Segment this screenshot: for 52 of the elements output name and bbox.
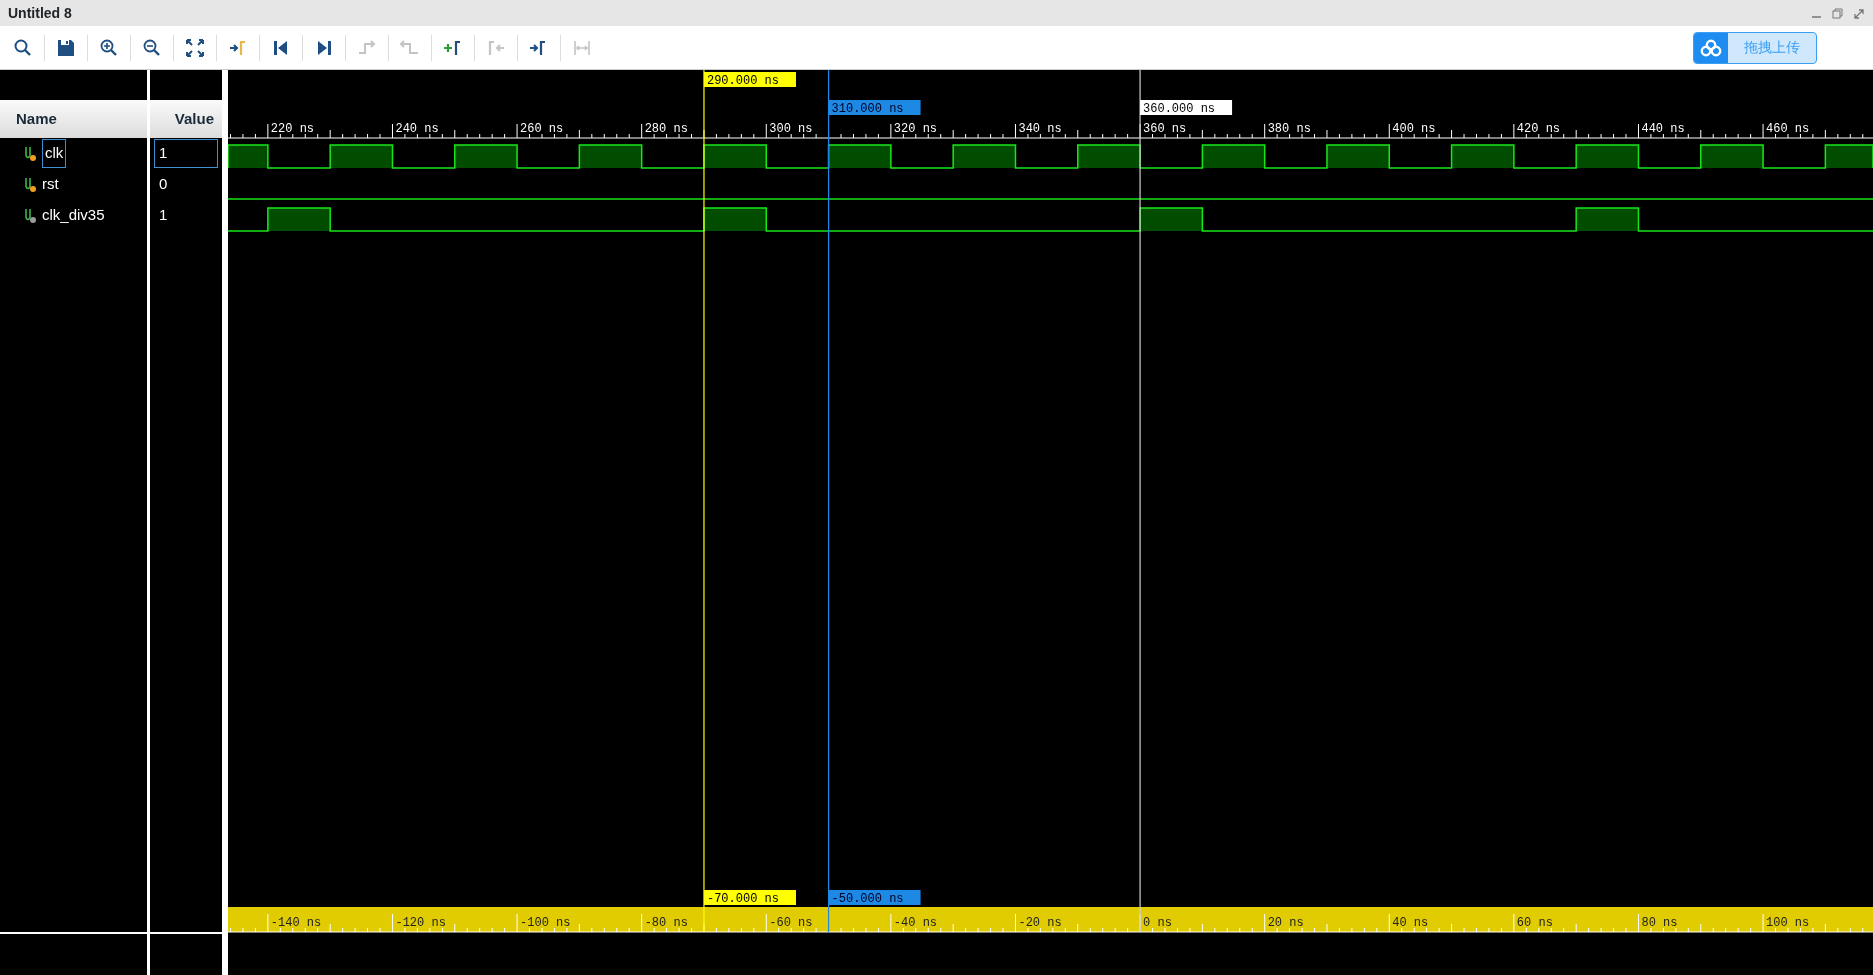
signal-name[interactable]: clk: [42, 139, 67, 168]
zoom-out-icon: [142, 37, 162, 58]
delta-time-label: -100 ns: [520, 916, 571, 930]
signal-icon: [24, 145, 38, 162]
marker-time: 290.000 ns: [703, 72, 796, 88]
signal-value: 1: [154, 139, 218, 168]
time-label: 340 ns: [1018, 122, 1062, 136]
marker-delta: -70.000 ns: [703, 890, 796, 906]
delta-time-label: -20 ns: [1018, 916, 1062, 930]
cursor-line[interactable]: [1139, 70, 1141, 933]
time-label: 380 ns: [1267, 122, 1311, 136]
time-label: 260 ns: [520, 122, 564, 136]
time-label: 360 ns: [1143, 122, 1187, 136]
time-label: 420 ns: [1516, 122, 1561, 136]
marker-delta: -50.000 ns: [828, 890, 921, 906]
delta-time-label: -80 ns: [644, 916, 688, 930]
delta-time-label: -60 ns: [769, 916, 813, 930]
time-label: 440 ns: [1641, 122, 1685, 136]
signal-icon: [24, 207, 38, 224]
delta-time-label: 20 ns: [1267, 916, 1304, 930]
delta-time-label: 40 ns: [1392, 916, 1429, 930]
delta-time-label: -40 ns: [893, 916, 938, 930]
signal-name[interactable]: clk_div35: [42, 204, 105, 227]
time-label: 240 ns: [395, 122, 439, 136]
signal-icon: [24, 176, 38, 193]
save-icon: [56, 37, 76, 58]
time-label: 400 ns: [1392, 122, 1436, 136]
column-header: Name: [0, 100, 147, 138]
cloud-icon: [1700, 38, 1722, 57]
time-label: 320 ns: [893, 122, 938, 136]
marker-time: 360.000 ns: [1140, 100, 1233, 116]
marker-time: 310.000 ns: [828, 100, 921, 116]
delta-time-label: -140 ns: [270, 916, 322, 930]
time-label: 220 ns: [270, 122, 315, 136]
zoom-in-icon: [99, 37, 119, 58]
time-label: 460 ns: [1766, 122, 1810, 136]
search-icon: [13, 37, 33, 58]
delta-time-label: -120 ns: [395, 916, 446, 930]
delta-time-label: 60 ns: [1516, 916, 1553, 930]
delta-time-label: 100 ns: [1766, 916, 1810, 930]
column-header: Value: [150, 100, 222, 138]
time-label: 300 ns: [769, 122, 813, 136]
maximize-icon[interactable]: [1852, 6, 1865, 20]
window-title: Untitled 8: [8, 3, 72, 23]
delta-time-label: 0 ns: [1143, 916, 1172, 930]
signal-name[interactable]: rst: [42, 173, 59, 196]
fit-icon: [185, 37, 205, 58]
delta-time-label: 80 ns: [1641, 916, 1678, 930]
time-label: 280 ns: [644, 122, 688, 136]
signal-value: 1: [158, 205, 169, 226]
cursor-line[interactable]: [827, 70, 830, 933]
signal-value: 0: [158, 174, 169, 195]
